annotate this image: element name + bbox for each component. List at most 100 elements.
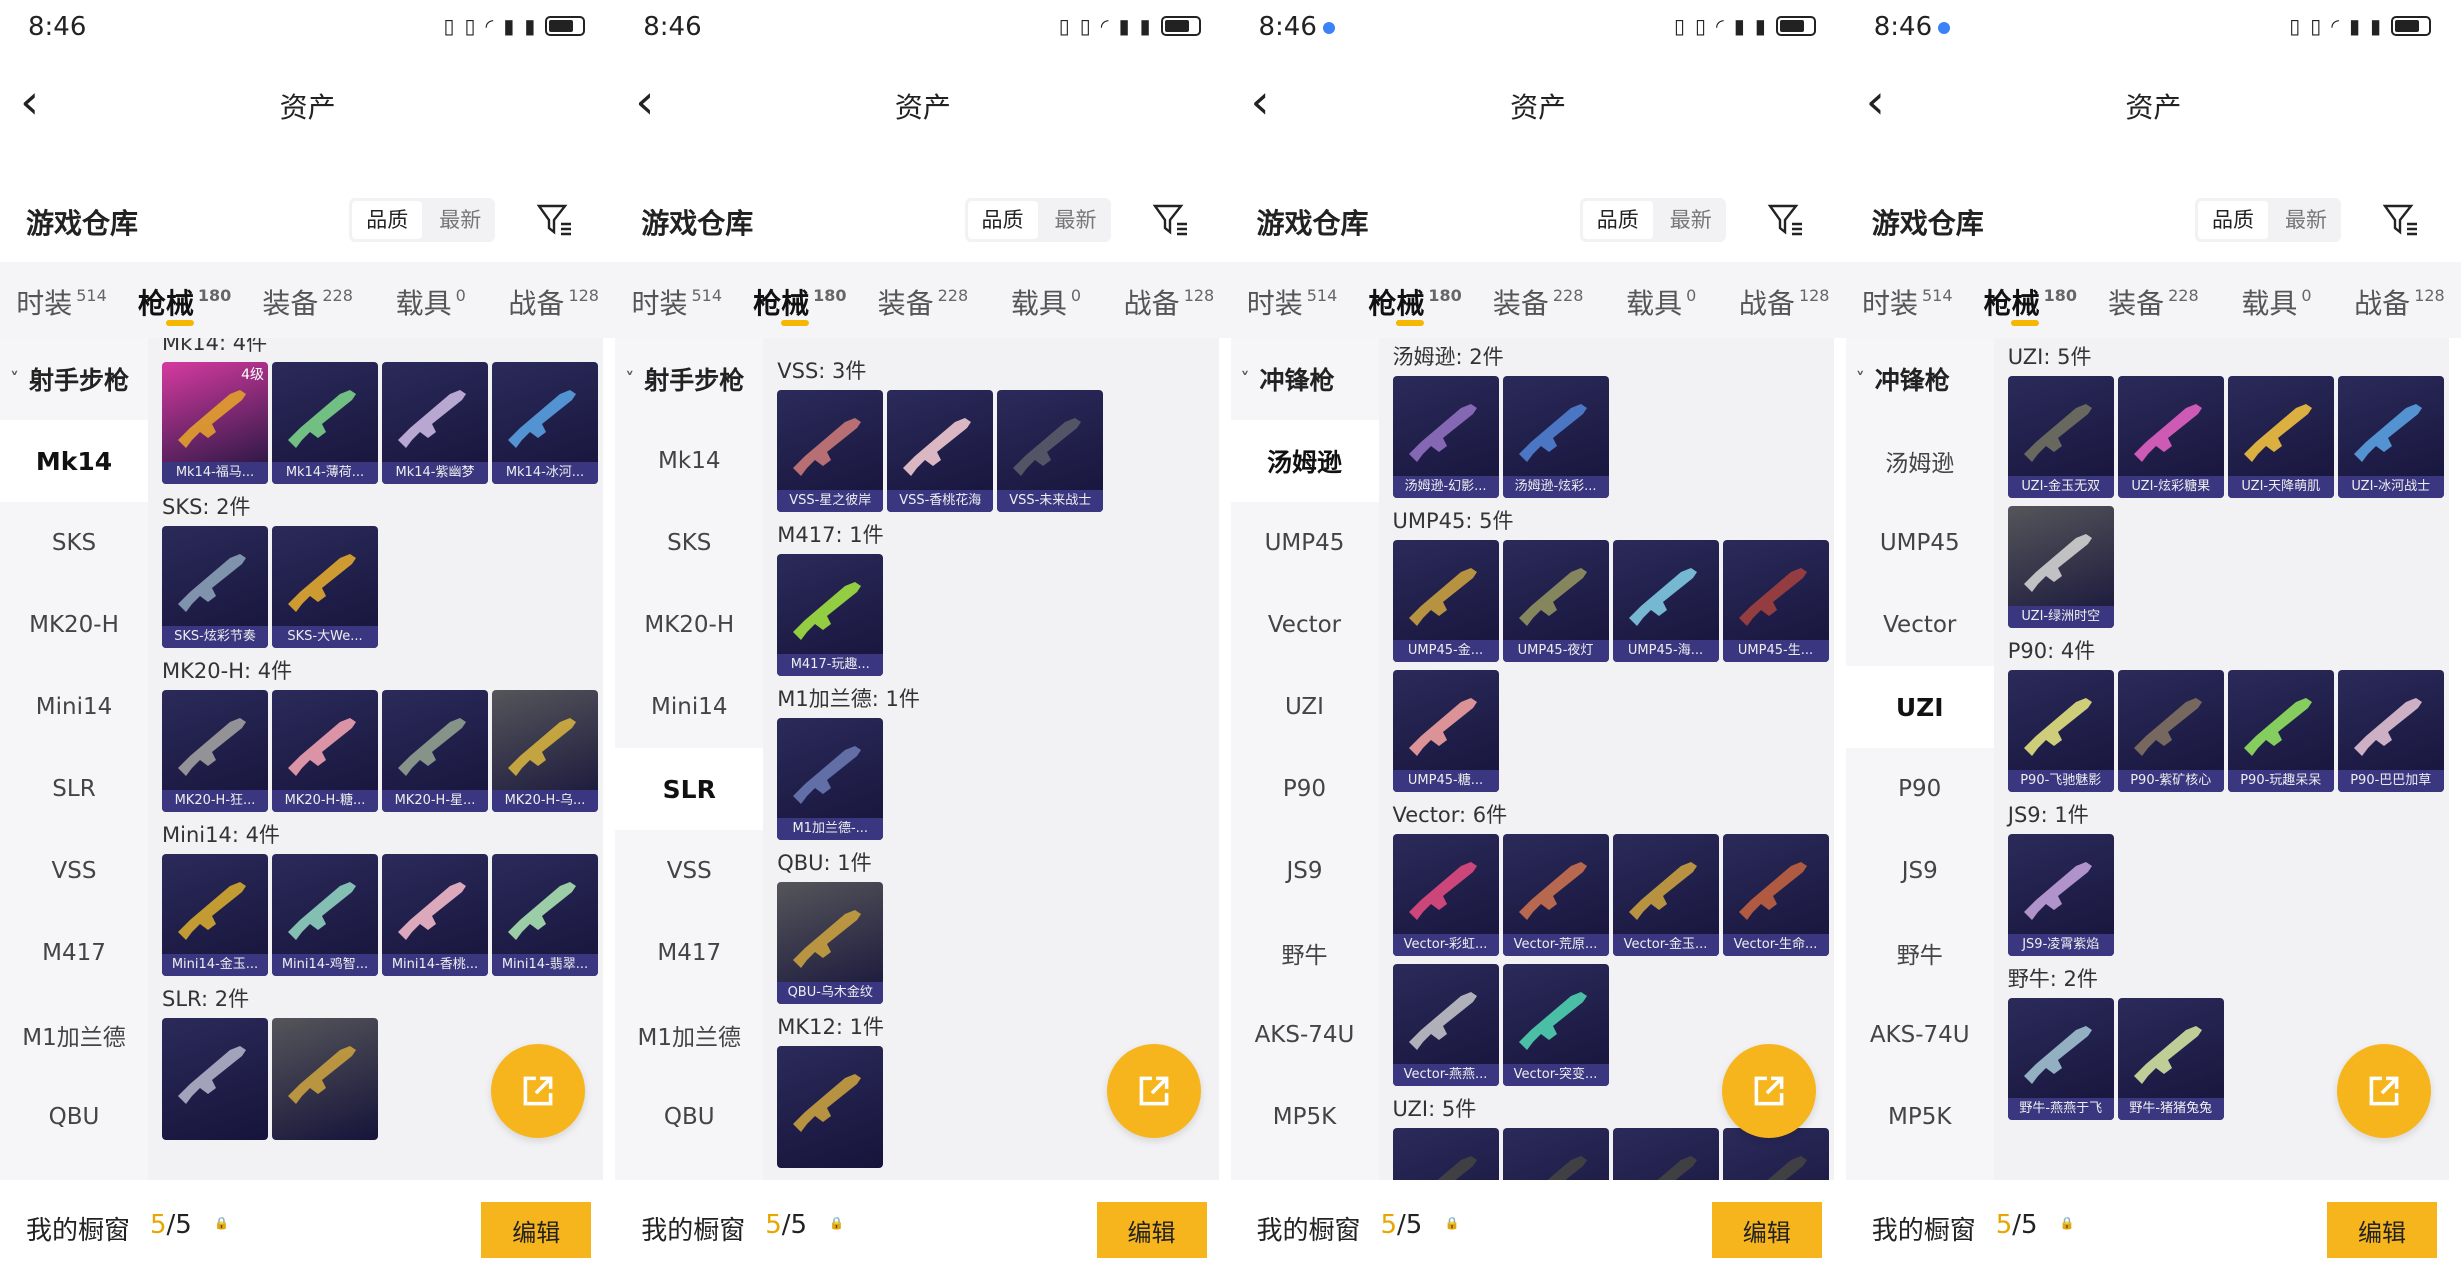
tab-3[interactable]: 载具 0 (369, 262, 492, 338)
skin-card[interactable] (272, 1018, 378, 1140)
sidebar-item[interactable]: 汤姆逊 (1230, 420, 1379, 502)
skin-card[interactable]: UMP45-海... (1612, 540, 1719, 662)
sort-option[interactable]: 品质 (1582, 201, 1653, 239)
skin-card[interactable]: Vector-荒原... (1502, 834, 1609, 956)
skin-card[interactable] (1612, 1128, 1719, 1180)
skin-card[interactable]: Vector-彩虹... (1392, 834, 1499, 956)
sidebar-item[interactable]: AKS-74U (1231, 994, 1379, 1076)
tab-3[interactable]: 载具 0 (1600, 262, 1723, 338)
sidebar-item[interactable]: M417 (615, 912, 763, 994)
sidebar-item[interactable]: UMP45 (1231, 502, 1379, 584)
skin-card[interactable]: P90-飞驰魅影 (2007, 670, 2114, 792)
skin-card[interactable]: M417-玩趣... (777, 554, 884, 676)
skin-card[interactable]: SKS-大We... (272, 526, 378, 648)
sidebar-item[interactable]: MK20-H (615, 584, 763, 666)
sidebar-item[interactable]: VSS (0, 830, 148, 912)
skin-card[interactable]: Mini14-鸡智... (272, 854, 378, 976)
sidebar-category[interactable]: ˅ 冲锋枪 (1231, 338, 1379, 420)
skin-card[interactable] (1502, 1128, 1609, 1180)
sidebar-item[interactable]: P90 (1846, 748, 1994, 830)
skin-card[interactable]: 野牛-猪猪兔兔 (2117, 998, 2224, 1120)
skin-card[interactable] (777, 1046, 884, 1168)
skin-card[interactable]: MK20-H-糖... (272, 690, 378, 812)
skin-card[interactable]: JS9-凌霄紫焰 (2007, 834, 2114, 956)
skin-card[interactable]: Mini14-翡翠... (492, 854, 598, 976)
skin-card[interactable]: SKS-炫彩节奏 (162, 526, 268, 648)
skin-card[interactable]: Vector-突变... (1502, 964, 1609, 1086)
sidebar-item[interactable]: JS9 (1231, 830, 1379, 912)
sidebar-item[interactable]: SKS (0, 502, 148, 584)
skin-card[interactable]: Mini14-金玉... (162, 854, 268, 976)
skin-card[interactable]: M1加兰德-... (777, 718, 884, 840)
skin-card[interactable]: 汤姆逊-幻影... (1392, 376, 1499, 498)
sort-option[interactable]: 品质 (967, 201, 1038, 239)
sidebar-item[interactable]: AKS-74U (1846, 994, 1994, 1076)
skin-card[interactable]: 野牛-燕燕于飞 (2007, 998, 2114, 1120)
skin-card[interactable]: UZI-金玉无双 (2007, 376, 2114, 498)
tab-4[interactable]: 战备 128 (492, 262, 615, 338)
sidebar-item[interactable]: Mini14 (0, 666, 148, 748)
tab-1[interactable]: 枪械 180 (738, 262, 861, 338)
sidebar-item[interactable]: MP5K (1231, 1076, 1379, 1158)
skin-card[interactable]: VSS-未来战士 (997, 390, 1104, 512)
sidebar-item[interactable]: QBU (615, 1076, 763, 1158)
tab-3[interactable]: 载具 0 (2215, 262, 2338, 338)
sort-option[interactable]: 最新 (1656, 198, 1726, 242)
skin-card[interactable]: MK20-H-狂... (162, 690, 268, 812)
sidebar-item[interactable]: Mini14 (615, 666, 763, 748)
skin-card[interactable]: UMP45-夜灯 (1502, 540, 1609, 662)
skin-card[interactable]: Vector-燕燕... (1392, 964, 1499, 1086)
tab-2[interactable]: 装备 228 (2092, 262, 2215, 338)
tab-4[interactable]: 战备 128 (1723, 262, 1846, 338)
skin-card[interactable] (162, 1018, 268, 1140)
skin-card[interactable]: Mk14-薄荷... (272, 362, 378, 484)
sidebar-item[interactable]: Vector (1846, 584, 1994, 666)
skin-card[interactable]: P90-巴巴加草 (2337, 670, 2444, 792)
sort-option[interactable]: 品质 (2198, 201, 2268, 239)
sidebar-item[interactable]: MP5K (1846, 1076, 1994, 1158)
skin-card[interactable]: UZI-冰河战士 (2337, 376, 2444, 498)
skin-card[interactable]: Mk14-冰河... (492, 362, 598, 484)
skin-card[interactable]: UZI-天降萌肌 (2227, 376, 2334, 498)
sidebar-item[interactable]: SLR (0, 748, 148, 830)
skin-card[interactable]: MK20-H-乌... (492, 690, 598, 812)
sidebar-item[interactable]: UZI (1231, 666, 1379, 748)
skin-card[interactable]: UMP45-糖... (1392, 670, 1499, 792)
skin-card[interactable]: MK20-H-星... (382, 690, 488, 812)
tab-3[interactable]: 载具 0 (984, 262, 1107, 338)
skin-card[interactable]: VSS-香桃花海 (887, 390, 994, 512)
tab-4[interactable]: 战备 128 (1107, 262, 1230, 338)
sort-option[interactable]: 品质 (352, 201, 423, 239)
tab-1[interactable]: 枪械 180 (1969, 262, 2092, 338)
sidebar-item[interactable]: SLR (615, 748, 764, 830)
filter-icon[interactable] (535, 200, 575, 240)
sidebar-category[interactable]: ˅ 射手步枪 (615, 338, 763, 420)
skin-card[interactable]: 汤姆逊-炫彩... (1502, 376, 1609, 498)
edit-button[interactable]: 编辑 (1711, 1202, 1822, 1258)
skin-card[interactable]: UZI-炫彩糖果 (2117, 376, 2224, 498)
sidebar-item[interactable]: Mk14 (0, 420, 148, 502)
sidebar-item[interactable]: UMP45 (1846, 502, 1994, 584)
skin-card[interactable]: UMP45-生... (1722, 540, 1829, 662)
edit-button[interactable]: 编辑 (481, 1202, 592, 1258)
edit-button[interactable]: 编辑 (1096, 1202, 1207, 1258)
share-fab-button[interactable] (2337, 1044, 2431, 1138)
tab-2[interactable]: 装备 228 (1477, 262, 1600, 338)
tab-1[interactable]: 枪械 180 (1354, 262, 1477, 338)
edit-button[interactable]: 编辑 (2327, 1202, 2437, 1258)
skin-card[interactable]: 4级 Mk14-福马... (162, 362, 268, 484)
sidebar-item[interactable]: JS9 (1846, 830, 1994, 912)
share-fab-button[interactable] (1106, 1044, 1201, 1138)
tab-0[interactable]: 时装 514 (1846, 262, 1969, 338)
sort-option[interactable]: 最新 (2271, 198, 2341, 242)
sidebar-item[interactable]: Mk14 (615, 420, 763, 502)
sidebar-item[interactable]: M1加兰德 (0, 994, 148, 1076)
tab-4[interactable]: 战备 128 (2338, 262, 2461, 338)
sidebar-item[interactable]: SKS (615, 502, 763, 584)
filter-icon[interactable] (1766, 200, 1806, 240)
sidebar-item[interactable]: P90 (1231, 748, 1379, 830)
sidebar-item[interactable]: 野牛 (1231, 912, 1379, 994)
sidebar-category[interactable]: ˅ 冲锋枪 (1846, 338, 1994, 420)
skin-card[interactable]: VSS-星之彼岸 (777, 390, 884, 512)
tab-0[interactable]: 时装 514 (0, 262, 123, 338)
